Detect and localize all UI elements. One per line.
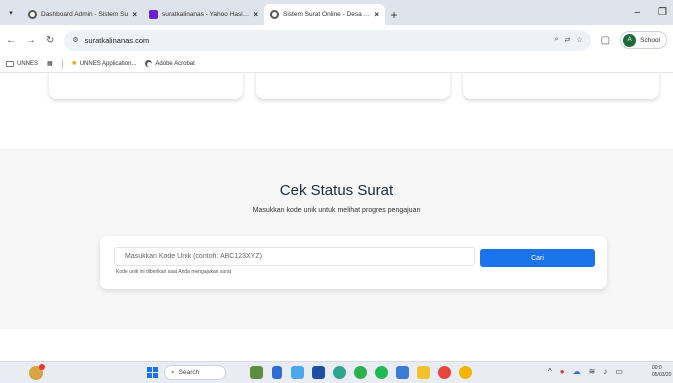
minimize-icon[interactable]: – bbox=[634, 7, 640, 18]
tab-yahoo-search[interactable]: suratkalinanas - Yahoo Hasil Pe × bbox=[143, 4, 264, 25]
yahoo-icon bbox=[149, 10, 158, 19]
bookmark-adobe-acrobat[interactable]: Adobe Acrobat bbox=[145, 60, 195, 67]
zoom-icon[interactable]: ⌕ bbox=[555, 36, 559, 44]
back-arrow-icon[interactable]: ← bbox=[6, 35, 16, 46]
tray-app-icon[interactable]: ● bbox=[560, 367, 565, 376]
profile-button[interactable]: A School bbox=[620, 31, 667, 49]
globe-icon bbox=[270, 10, 279, 19]
page-subtitle: Masukkan kode unik untuk melihat progres… bbox=[252, 207, 421, 214]
tab-sistem-surat[interactable]: Sistem Surat Online - Desa Kal × bbox=[264, 4, 385, 25]
footer-section bbox=[0, 329, 673, 361]
spotify-icon[interactable] bbox=[375, 366, 388, 379]
windows-taskbar: ⌕ Search ^ ● ☁ ≋ ♪ ▭ 00:0 05/03/20 bbox=[0, 361, 673, 383]
globe-icon bbox=[145, 60, 153, 67]
bookmark-label: UNNES Application... bbox=[79, 60, 137, 67]
wifi-icon[interactable]: ≋ bbox=[589, 367, 596, 376]
tab-title: suratkalinanas - Yahoo Hasil Pe bbox=[162, 11, 250, 18]
search-icon: ⌕ bbox=[171, 368, 175, 376]
task-view-icon[interactable] bbox=[250, 366, 263, 379]
clock-time: 00:0 bbox=[652, 365, 662, 371]
taskbar-search-label: Search bbox=[178, 369, 200, 376]
stats-section bbox=[0, 73, 673, 149]
system-clock[interactable]: 00:0 05/03/20 bbox=[652, 365, 671, 379]
edge-icon[interactable] bbox=[333, 366, 346, 379]
store-icon[interactable] bbox=[396, 366, 409, 379]
stat-card bbox=[463, 73, 659, 99]
battery-icon[interactable]: ▭ bbox=[615, 367, 623, 376]
apps-grid-icon[interactable]: ▦ bbox=[47, 60, 53, 67]
sun-icon: ✺ bbox=[71, 61, 77, 67]
maximize-icon[interactable]: ❐ bbox=[658, 7, 667, 18]
widgets-icon[interactable] bbox=[272, 366, 282, 379]
tab-dashboard-admin[interactable]: Dashboard Admin - Sistem Su × bbox=[22, 4, 143, 25]
volume-icon[interactable]: ♪ bbox=[603, 367, 607, 376]
file-explorer-icon[interactable] bbox=[417, 366, 430, 379]
web-page: Cek Status Surat Masukkan kode unik untu… bbox=[0, 73, 673, 361]
folder-icon bbox=[6, 60, 14, 67]
unique-code-input[interactable] bbox=[114, 247, 475, 266]
photos-icon[interactable] bbox=[291, 366, 304, 379]
chevron-up-icon[interactable]: ^ bbox=[548, 367, 552, 376]
window-controls: – ❐ bbox=[634, 0, 673, 25]
cloud-icon[interactable]: ☁ bbox=[573, 367, 581, 376]
bookmark-unnes[interactable]: UNNES bbox=[6, 60, 39, 67]
search-button[interactable]: Cari bbox=[480, 249, 595, 267]
weather-widget-icon[interactable] bbox=[29, 364, 45, 380]
tab-search-chevron-icon[interactable]: ▾ bbox=[0, 0, 22, 25]
tab-title: Dashboard Admin - Sistem Su bbox=[41, 11, 129, 18]
chrome-icon[interactable] bbox=[438, 366, 451, 379]
tab-close-icon[interactable]: × bbox=[132, 10, 137, 19]
globe-icon bbox=[28, 10, 37, 19]
bookmark-star-icon[interactable]: ☆ bbox=[576, 36, 582, 44]
site-info-icon[interactable]: ⚙ bbox=[72, 36, 78, 44]
whatsapp-icon[interactable] bbox=[354, 366, 367, 379]
bookmark-label: UNNES bbox=[17, 60, 39, 67]
page-title: Cek Status Surat bbox=[279, 182, 394, 199]
bookmarks-bar: UNNES ▦ ✺ UNNES Application... Adobe Acr… bbox=[0, 55, 673, 73]
stat-card bbox=[256, 73, 450, 99]
bookmark-divider bbox=[61, 58, 63, 69]
bookmark-unnes-application[interactable]: ✺ UNNES Application... bbox=[71, 60, 137, 68]
bookmark-label: Adobe Acrobat bbox=[155, 60, 195, 67]
avatar: A bbox=[623, 33, 637, 47]
system-tray: ^ ● ☁ ≋ ♪ ▭ bbox=[548, 367, 623, 376]
mail-icon[interactable] bbox=[312, 366, 325, 379]
browser-tab-bar: ▾ Dashboard Admin - Sistem Su × suratkal… bbox=[0, 0, 673, 25]
tab-close-icon[interactable]: × bbox=[253, 10, 258, 19]
input-hint: Kode unik ini diberikan saat Anda mengaj… bbox=[116, 269, 232, 275]
status-check-card: Cari Kode unik ini diberikan saat Anda m… bbox=[100, 236, 607, 289]
stat-card bbox=[49, 73, 243, 99]
forward-arrow-icon[interactable]: → bbox=[26, 35, 36, 46]
tab-close-icon[interactable]: × bbox=[374, 10, 379, 19]
profile-label: School bbox=[640, 36, 660, 44]
tab-title: Sistem Surat Online - Desa Kal bbox=[283, 11, 371, 18]
new-tab-button[interactable]: + bbox=[385, 4, 403, 25]
address-bar[interactable]: ⚙ suratkalinanas.com ⌕ ⇄ ☆ bbox=[64, 29, 591, 51]
clock-date: 05/03/20 bbox=[652, 372, 672, 378]
translate-icon[interactable]: ⇄ bbox=[565, 36, 571, 44]
chrome-profile-icon[interactable] bbox=[459, 366, 472, 379]
windows-start-icon[interactable] bbox=[147, 367, 158, 378]
reload-icon[interactable]: ↻ bbox=[46, 35, 54, 46]
extensions-icon[interactable]: ▢ bbox=[601, 35, 610, 46]
url-text: suratkalinanas.com bbox=[84, 35, 150, 45]
taskbar-search[interactable]: ⌕ Search bbox=[164, 365, 226, 380]
browser-toolbar: ← → ↻ ⚙ suratkalinanas.com ⌕ ⇄ ☆ ▢ A Sch… bbox=[0, 25, 673, 55]
